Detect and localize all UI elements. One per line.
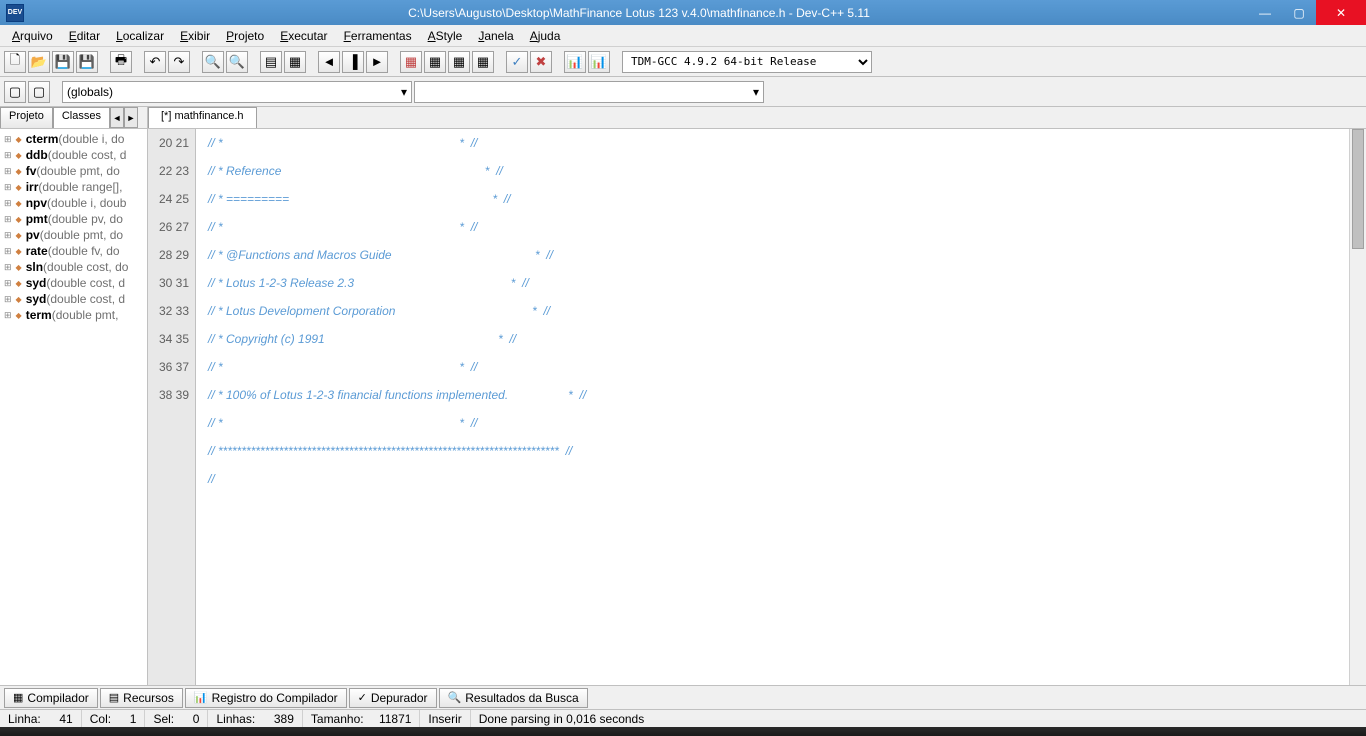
menu-janela[interactable]: Janela	[470, 27, 521, 45]
output-tab-compilador[interactable]: ▦Compilador	[4, 688, 98, 708]
class-item-sln[interactable]: ⊞◆sln (double cost, do	[0, 259, 147, 275]
menu-arquivo[interactable]: Arquivo	[4, 27, 61, 45]
vertical-scrollbar[interactable]	[1349, 129, 1366, 685]
status-mode: Inserir	[428, 712, 461, 726]
class-item-rate[interactable]: ⊞◆rate (double fv, do	[0, 243, 147, 259]
status-size-value: 11871	[379, 712, 411, 726]
goto-button[interactable]: ▤	[260, 51, 282, 73]
output-tab-depurador[interactable]: ✓Depurador	[349, 688, 437, 708]
menu-ajuda[interactable]: Ajuda	[522, 27, 569, 45]
class-item-ddb[interactable]: ⊞◆ddb (double cost, d	[0, 147, 147, 163]
class-item-syd[interactable]: ⊞◆syd (double cost, d	[0, 291, 147, 307]
maximize-button[interactable]: ▢	[1282, 0, 1316, 25]
class-item-cterm[interactable]: ⊞◆cterm (double i, do	[0, 131, 147, 147]
scope-value: (globals)	[67, 85, 113, 99]
status-size-label: Tamanho:	[311, 712, 364, 726]
scroll-thumb[interactable]	[1352, 129, 1364, 249]
main-toolbar: 🗋 📂 💾 💾 🖶 ↶ ↷ 🔍 🔍 ▤ ▦ ◄ ▐ ► ▦ ▦ ▦ ▦ ✓ ✖ …	[0, 47, 1366, 77]
menu-projeto[interactable]: Projeto	[218, 27, 272, 45]
save-button[interactable]: 💾	[52, 51, 74, 73]
status-sel-value: 0	[193, 712, 200, 726]
stop-button[interactable]: ✖	[530, 51, 552, 73]
redo-button[interactable]: ↷	[168, 51, 190, 73]
run-button[interactable]: ▦	[424, 51, 446, 73]
new-file-button[interactable]: 🗋	[4, 51, 26, 73]
scope-select[interactable]: (globals) ▾	[62, 81, 412, 103]
undo-button[interactable]: ↶	[144, 51, 166, 73]
window-title: C:\Users\Augusto\Desktop\MathFinance Lot…	[30, 6, 1248, 20]
class-item-syd[interactable]: ⊞◆syd (double cost, d	[0, 275, 147, 291]
new-class-button[interactable]: ▢	[4, 81, 26, 103]
tab-classes[interactable]: Classes	[53, 107, 110, 128]
status-line-label: Linha:	[8, 712, 41, 726]
insert-button[interactable]: ▐	[342, 51, 364, 73]
line-gutter: 20 21 22 23 24 25 26 27 28 29 30 31 32 3…	[148, 129, 196, 685]
profile-button[interactable]: 📊	[564, 51, 586, 73]
find-button[interactable]: 🔍	[202, 51, 224, 73]
status-col-value: 1	[130, 712, 137, 726]
class-item-irr[interactable]: ⊞◆irr (double range[],	[0, 179, 147, 195]
tab-projeto[interactable]: Projeto	[0, 107, 53, 128]
open-button[interactable]: 📂	[28, 51, 50, 73]
tab-nav-right[interactable]: ►	[124, 107, 138, 128]
new-func-button[interactable]: ▢	[28, 81, 50, 103]
class-list: ⊞◆cterm (double i, do⊞◆ddb (double cost,…	[0, 129, 147, 685]
status-sel-label: Sel:	[153, 712, 174, 726]
compile-button[interactable]: ▦	[400, 51, 422, 73]
statusbar: Linha: 41 Col: 1 Sel: 0 Linhas: 389 Tama…	[0, 709, 1366, 727]
code-content[interactable]: // * * // // * Reference * // // * =====…	[196, 129, 1366, 685]
rebuild-button[interactable]: ▦	[472, 51, 494, 73]
status-col-label: Col:	[90, 712, 111, 726]
left-panel: Projeto Classes ◄ ► ⊞◆cterm (double i, d…	[0, 107, 148, 685]
titlebar: DEV C:\Users\Augusto\Desktop\MathFinance…	[0, 0, 1366, 25]
class-item-pmt[interactable]: ⊞◆pmt (double pv, do	[0, 211, 147, 227]
output-tab-recursos[interactable]: ▤Recursos	[100, 688, 183, 708]
menu-ferramentas[interactable]: Ferramentas	[336, 27, 420, 45]
status-lines-value: 389	[274, 712, 294, 726]
save-all-button[interactable]: 💾	[76, 51, 98, 73]
taskbar	[0, 727, 1366, 736]
compiler-select[interactable]: TDM-GCC 4.9.2 64-bit Release	[622, 51, 872, 73]
code-editor[interactable]: 20 21 22 23 24 25 26 27 28 29 30 31 32 3…	[148, 129, 1366, 685]
menu-executar[interactable]: Executar	[272, 27, 335, 45]
minimize-button[interactable]: —	[1248, 0, 1282, 25]
close-button[interactable]: ✕	[1316, 0, 1366, 25]
tab-nav-left[interactable]: ◄	[110, 107, 124, 128]
bookmark-button[interactable]: ▦	[284, 51, 306, 73]
menu-astyle[interactable]: AStyle	[420, 27, 471, 45]
editor-tab[interactable]: [*] mathfinance.h	[148, 107, 257, 128]
class-item-pv[interactable]: ⊞◆pv (double pmt, do	[0, 227, 147, 243]
class-item-fv[interactable]: ⊞◆fv (double pmt, do	[0, 163, 147, 179]
print-button[interactable]: 🖶	[110, 51, 132, 73]
debug-button[interactable]: ✓	[506, 51, 528, 73]
output-tab-registro-do-compilador[interactable]: 📊Registro do Compilador	[185, 688, 347, 708]
output-tabs: ▦Compilador▤Recursos📊Registro do Compila…	[0, 685, 1366, 709]
profile-del-button[interactable]: 📊	[588, 51, 610, 73]
menu-editar[interactable]: Editar	[61, 27, 108, 45]
app-icon: DEV	[6, 4, 24, 22]
class-item-npv[interactable]: ⊞◆npv (double i, doub	[0, 195, 147, 211]
output-tab-resultados-da-busca[interactable]: 🔍Resultados da Busca	[439, 688, 588, 708]
menu-localizar[interactable]: Localizar	[108, 27, 172, 45]
member-select[interactable]: ▾	[414, 81, 764, 103]
menubar: ArquivoEditarLocalizarExibirProjetoExecu…	[0, 25, 1366, 47]
status-line-value: 41	[59, 712, 72, 726]
class-item-term[interactable]: ⊞◆term (double pmt,	[0, 307, 147, 323]
scope-toolbar: ▢ ▢ (globals) ▾ ▾	[0, 77, 1366, 107]
replace-button[interactable]: 🔍	[226, 51, 248, 73]
status-lines-label: Linhas:	[216, 712, 255, 726]
compile-run-button[interactable]: ▦	[448, 51, 470, 73]
back-button[interactable]: ◄	[318, 51, 340, 73]
forward-button[interactable]: ►	[366, 51, 388, 73]
status-message: Done parsing in 0,016 seconds	[479, 712, 644, 726]
menu-exibir[interactable]: Exibir	[172, 27, 218, 45]
